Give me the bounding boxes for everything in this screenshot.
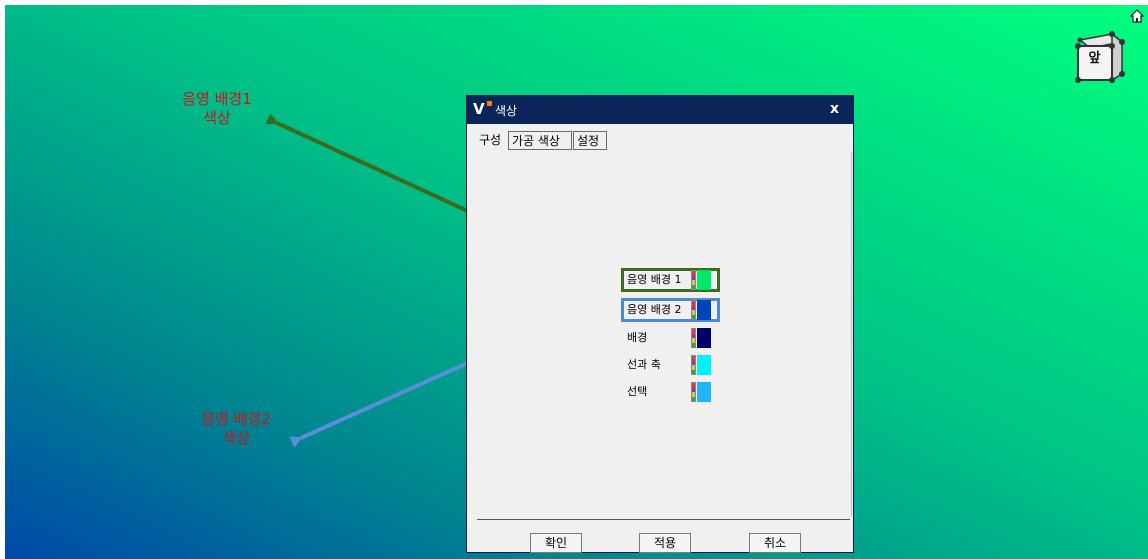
view-cube[interactable]: 앞 — [1068, 30, 1126, 88]
button-bar-divider — [477, 519, 850, 520]
tab-machining-colors[interactable]: 가공 색상 — [508, 131, 572, 150]
palette-icon[interactable] — [691, 300, 696, 320]
annotation-bg2-line2: 색상 — [222, 429, 250, 447]
color-swatch-lines-axes[interactable] — [697, 355, 711, 375]
palette-icon[interactable] — [691, 328, 696, 348]
cube-face-front-label[interactable]: 앞 — [1081, 47, 1108, 71]
palette-icon[interactable] — [691, 355, 696, 375]
color-swatch-bg2[interactable] — [697, 300, 711, 320]
app-logo-icon: V — [473, 101, 492, 117]
color-swatch-selection[interactable] — [697, 382, 711, 402]
annotation-shade-bg1: 음영 배경1 색상 — [162, 90, 272, 128]
palette-icon[interactable] — [691, 270, 696, 290]
ok-button[interactable]: 확인 — [530, 533, 582, 553]
apply-button[interactable]: 적용 — [639, 533, 691, 553]
3d-viewport[interactable]: 음영 배경1 색상 음영 배경2 색상 앞 V 색상 x 구성 가공 색상 설정… — [5, 5, 1148, 559]
close-button[interactable]: x — [830, 101, 839, 117]
tab-panel: 음영 배경 1 음영 배경 2 배경 선과 축 선택 — [477, 152, 852, 516]
dialog-title: 색상 — [495, 104, 518, 118]
tab-settings[interactable]: 설정 — [573, 131, 607, 150]
annotation-bg1-line1: 음영 배경1 — [182, 90, 252, 108]
annotation-shade-bg2: 음영 배경2 색상 — [181, 410, 291, 448]
annotation-bg1-line2: 색상 — [203, 109, 231, 127]
color-row-label: 배경 — [627, 331, 648, 344]
home-icon[interactable] — [1130, 9, 1144, 23]
color-row-label: 선택 — [627, 385, 648, 398]
color-dialog: V 색상 x 구성 가공 색상 설정 음영 배경 1 음영 배경 2 배경 선과… — [466, 95, 854, 553]
palette-icon[interactable] — [691, 382, 696, 402]
color-swatch-background[interactable] — [697, 328, 711, 348]
cancel-button[interactable]: 취소 — [749, 533, 801, 553]
color-swatch-bg1[interactable] — [697, 270, 711, 290]
tab-composition[interactable]: 구성 — [476, 131, 507, 150]
color-row-label: 음영 배경 1 — [627, 273, 682, 286]
color-row-label: 음영 배경 2 — [627, 303, 682, 316]
color-row-label: 선과 축 — [627, 358, 661, 371]
annotation-bg2-line1: 음영 배경2 — [201, 410, 271, 428]
dialog-titlebar[interactable]: V 색상 x — [467, 96, 853, 124]
